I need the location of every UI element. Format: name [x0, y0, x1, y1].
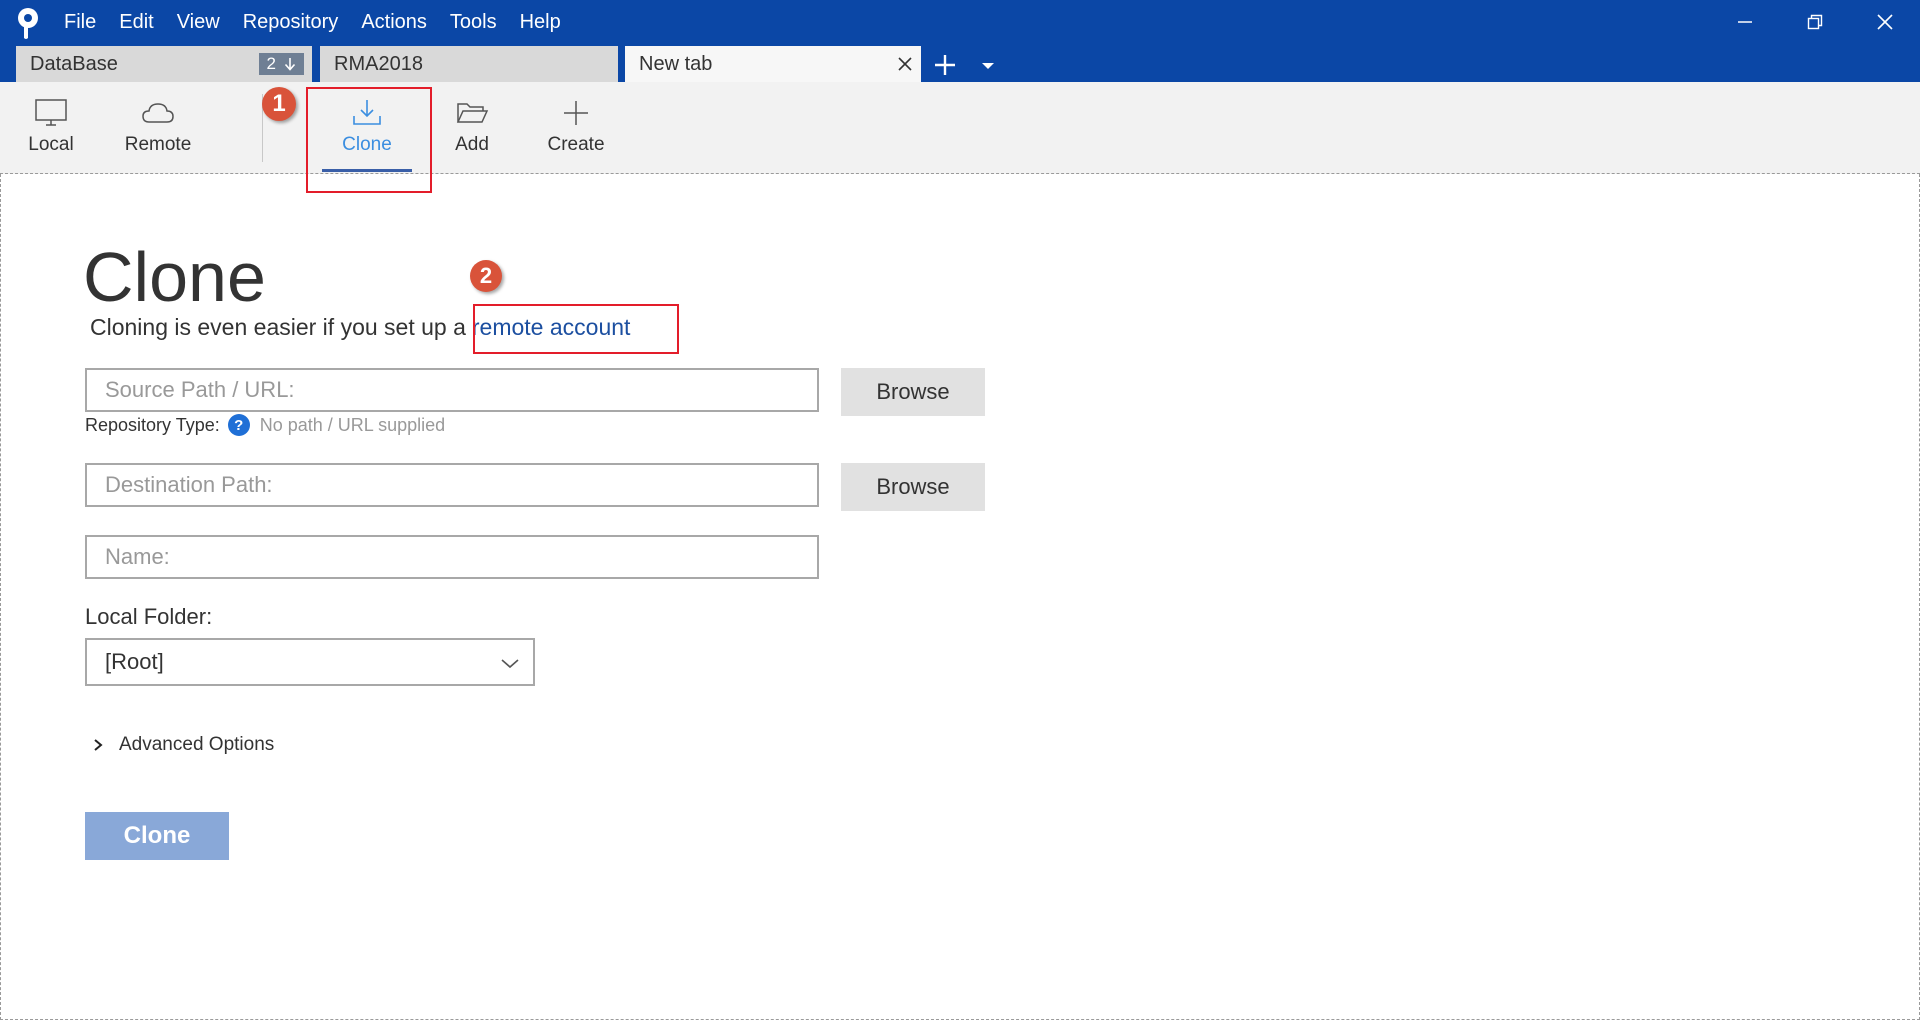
- repository-type-status: No path / URL supplied: [259, 414, 446, 435]
- advanced-options-label: Advanced Options: [119, 734, 275, 755]
- toolbar-add[interactable]: Add: [450, 82, 494, 174]
- tab-database[interactable]: DataBase 2: [16, 46, 312, 82]
- source-path-input[interactable]: [85, 368, 819, 412]
- badge-count: 2: [266, 54, 276, 73]
- minimize-button[interactable]: [1710, 0, 1780, 44]
- local-folder-select[interactable]: [Root]: [85, 638, 535, 686]
- browse-destination-button[interactable]: Browse: [841, 463, 985, 511]
- tab-label: New tab: [639, 52, 713, 75]
- annotation-box-remote-account: [473, 304, 679, 354]
- tab-label: DataBase: [30, 52, 118, 75]
- destination-path-input[interactable]: [85, 463, 819, 507]
- browse-source-button[interactable]: Browse: [841, 368, 985, 416]
- clone-submit-button[interactable]: Clone: [85, 812, 229, 860]
- title-bar: File Edit View Repository Actions Tools …: [0, 0, 1920, 46]
- restore-button[interactable]: [1780, 0, 1850, 44]
- monitor-icon: [35, 99, 67, 126]
- menu-repository[interactable]: Repository: [243, 11, 339, 34]
- toolbar-label: Add: [455, 134, 489, 155]
- tab-rma2018[interactable]: RMA2018: [320, 46, 618, 82]
- menu-tools[interactable]: Tools: [450, 11, 497, 34]
- page-title: Clone: [83, 238, 266, 316]
- close-window-button[interactable]: [1850, 0, 1920, 44]
- name-input[interactable]: [85, 535, 819, 579]
- annotation-marker-1: 1: [262, 87, 296, 121]
- caret-down-icon: [982, 63, 994, 69]
- close-icon: [898, 57, 912, 71]
- toolbar-remote[interactable]: Remote: [120, 82, 196, 174]
- help-icon[interactable]: ?: [227, 414, 250, 436]
- toolbar-label: Remote: [124, 134, 192, 155]
- menu-actions[interactable]: Actions: [361, 11, 427, 34]
- tab-close-button[interactable]: [893, 52, 917, 76]
- close-icon: [1877, 14, 1893, 30]
- plus-icon: [564, 101, 588, 125]
- chevron-down-icon: [501, 659, 519, 669]
- menu-edit[interactable]: Edit: [119, 11, 153, 34]
- app-logo-icon: [14, 6, 42, 40]
- menu-help[interactable]: Help: [520, 11, 561, 34]
- tab-new-tab[interactable]: New tab: [625, 46, 921, 82]
- toolbar-label: Create: [547, 134, 605, 155]
- plus-icon: [935, 55, 955, 75]
- restore-icon: [1807, 14, 1823, 30]
- local-folder-value: [Root]: [105, 649, 164, 674]
- incoming-commits-badge: 2: [258, 53, 304, 75]
- menu-view[interactable]: View: [177, 11, 220, 34]
- tab-label: RMA2018: [334, 52, 423, 75]
- cloud-icon: [142, 103, 174, 123]
- repository-type-label: Repository Type:: [85, 414, 220, 435]
- chevron-right-icon: [94, 739, 103, 751]
- menu-file[interactable]: File: [64, 11, 96, 34]
- tab-list-dropdown[interactable]: [976, 54, 1000, 78]
- clone-panel: Clone Cloning is even easier if you set …: [0, 174, 1920, 1020]
- toolbar-label: Local: [28, 134, 74, 155]
- tab-strip: DataBase 2 RMA2018 New tab: [0, 46, 1920, 82]
- subtitle-text: Cloning is even easier if you set up a: [90, 314, 466, 340]
- annotation-marker-2: 2: [470, 260, 502, 292]
- toolbar-create[interactable]: Create: [546, 82, 606, 174]
- new-tab-button[interactable]: [930, 50, 960, 80]
- folder-open-icon: [456, 103, 489, 123]
- window-controls: [1710, 0, 1920, 44]
- arrow-down-icon: [284, 58, 296, 71]
- advanced-options-toggle[interactable]: Advanced Options: [93, 734, 274, 756]
- local-folder-label: Local Folder:: [85, 604, 213, 629]
- toolbar-local[interactable]: Local: [24, 82, 78, 174]
- repository-type-row: Repository Type: ? No path / URL supplie…: [85, 414, 445, 436]
- menu-bar: File Edit View Repository Actions Tools …: [64, 0, 584, 44]
- minimize-icon: [1738, 21, 1752, 23]
